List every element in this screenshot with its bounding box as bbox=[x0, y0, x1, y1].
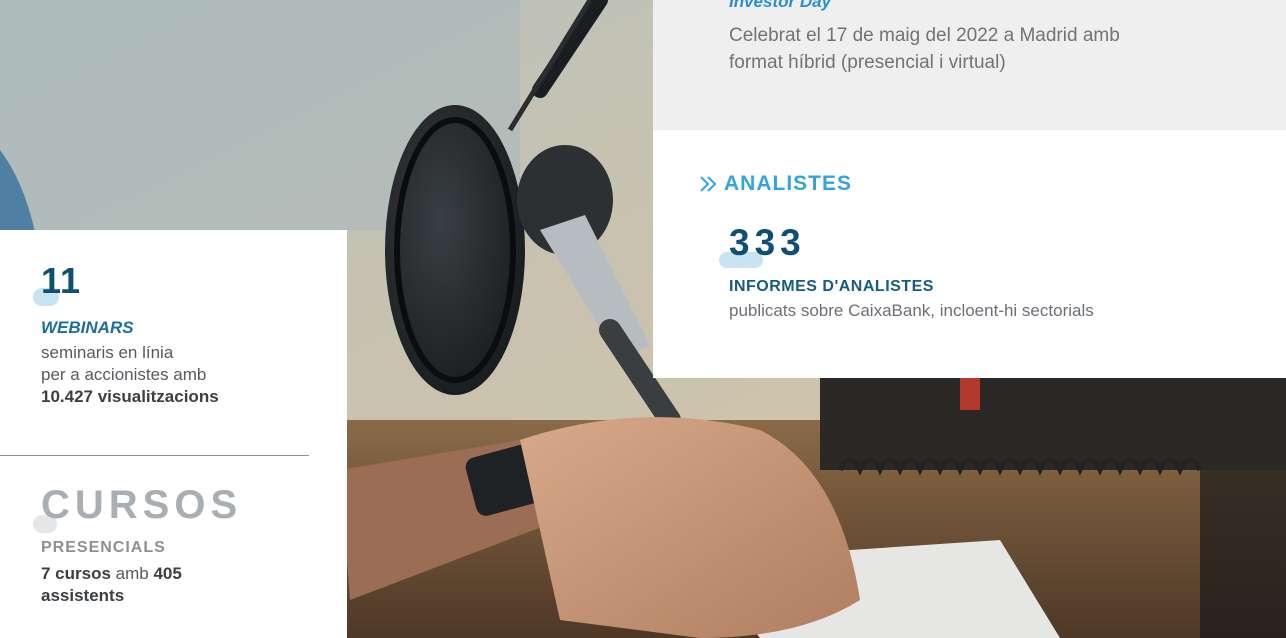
courses-description: 7 cursos amb 405 assistents bbox=[41, 563, 182, 607]
courses-count: 7 cursos bbox=[41, 564, 111, 583]
investor-day-line-1: Celebrat el 17 de maig del 2022 a Madrid… bbox=[729, 25, 1120, 46]
attendees-count: 405 bbox=[153, 564, 182, 583]
webinars-line-1: seminaris en línia bbox=[41, 343, 174, 362]
analysts-panel: ANALISTES 333 INFORMES D'ANALISTES publi… bbox=[653, 130, 1286, 378]
left-stats-panel: 11 WEBINARS seminaris en línia per a acc… bbox=[0, 230, 347, 638]
webinars-description: seminaris en línia per a accionistes amb… bbox=[41, 342, 219, 408]
analyst-reports-count: 333 bbox=[729, 222, 806, 263]
webinars-count: 11 bbox=[41, 260, 82, 301]
webinars-views: 10.427 visualitzacions bbox=[41, 387, 219, 406]
investor-day-description: Celebrat el 17 de maig del 2022 a Madrid… bbox=[729, 22, 1120, 76]
webinars-label: WEBINARS bbox=[41, 318, 134, 337]
analysts-section-label: ANALISTES bbox=[724, 172, 853, 195]
investor-day-title: Investor Day bbox=[729, 0, 832, 11]
investor-day-line-2: format híbrid (presencial i virtual) bbox=[729, 52, 1006, 73]
double-chevron-right-icon bbox=[700, 176, 717, 192]
webinars-line-2: per a accionistes amb bbox=[41, 365, 207, 384]
attendees-label: assistents bbox=[41, 586, 125, 605]
analyst-reports-label: INFORMES D'ANALISTES bbox=[729, 278, 934, 295]
section-divider bbox=[0, 455, 309, 456]
courses-heading: CURSOS bbox=[41, 483, 243, 527]
analysts-section-title: ANALISTES bbox=[698, 172, 852, 196]
courses-connector: amb bbox=[110, 564, 154, 583]
investor-day-panel: Investor Day Celebrat el 17 de maig del … bbox=[653, 0, 1286, 130]
courses-subheading: PRESENCIALS bbox=[41, 539, 166, 556]
analyst-reports-description: publicats sobre CaixaBank, incloent-hi s… bbox=[729, 301, 1094, 320]
